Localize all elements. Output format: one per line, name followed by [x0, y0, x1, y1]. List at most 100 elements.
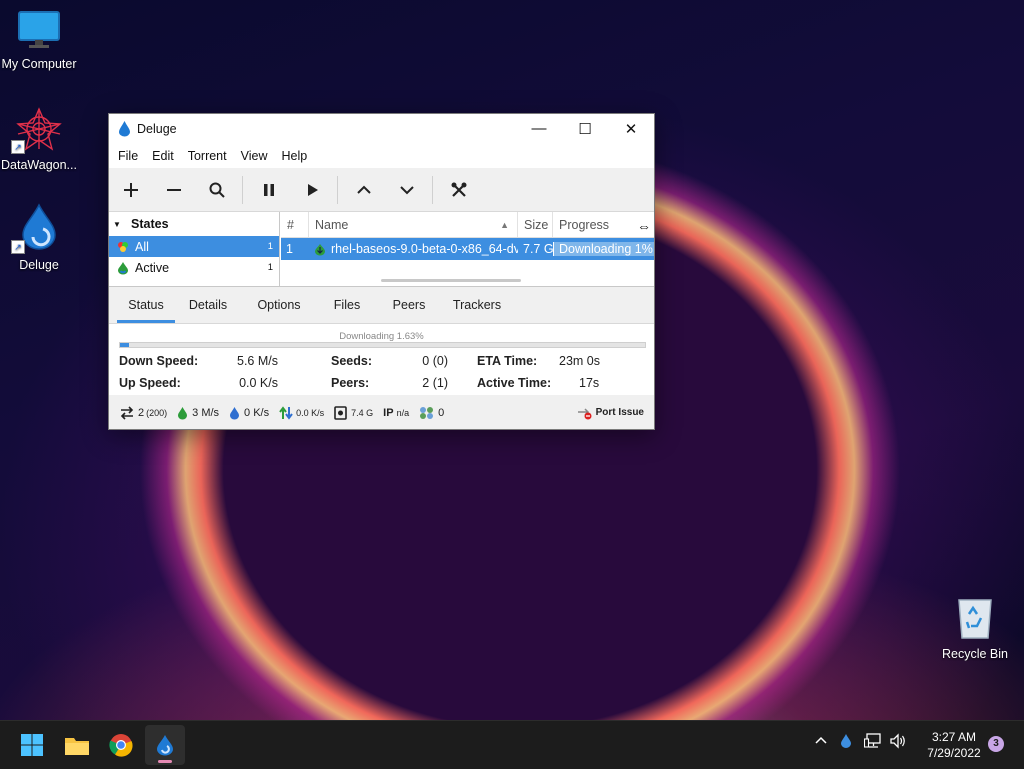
- peers-value: 2 (1): [422, 376, 448, 390]
- torrent-list-header: # Name ▲ Size Progress: [281, 212, 654, 238]
- play-icon: [307, 183, 318, 196]
- column-header-name[interactable]: Name ▲: [309, 212, 518, 237]
- torrent-size: 7.7 G: [523, 242, 553, 256]
- sidebar-item-all[interactable]: All 1: [109, 236, 279, 257]
- port-issue-icon: [577, 407, 592, 419]
- title-bar[interactable]: Deluge — ☐ ✕: [109, 114, 654, 143]
- protocol-traffic-value: 0.0 K/s: [296, 407, 325, 418]
- queue-down-button[interactable]: [385, 172, 428, 208]
- menu-file[interactable]: File: [111, 149, 145, 163]
- taskbar-chrome[interactable]: [101, 725, 141, 765]
- protocol-traffic-status[interactable]: 0.0 K/s: [279, 405, 325, 420]
- find-button[interactable]: [195, 172, 238, 208]
- tray-network[interactable]: [863, 733, 882, 752]
- upload-speed-status[interactable]: 0 K/s: [229, 406, 269, 420]
- connections-status[interactable]: 2 (200): [119, 405, 168, 420]
- menu-bar: File Edit Torrent View Help: [109, 143, 654, 168]
- eta-value: 23m 0s: [559, 354, 600, 368]
- connections-max: (200): [146, 407, 168, 418]
- download-speed-value: 3 M/s: [192, 406, 220, 419]
- horizontal-scrollbar[interactable]: [381, 279, 521, 282]
- sidebar-header[interactable]: ▼ States: [109, 212, 279, 236]
- sidebar-item-active[interactable]: Active 1: [109, 257, 279, 278]
- progress-bar: [119, 342, 646, 348]
- chevron-down-icon: [399, 185, 414, 194]
- ip-label: IP: [383, 406, 394, 419]
- taskbar-deluge[interactable]: [145, 725, 185, 765]
- minus-icon: [166, 188, 181, 191]
- shortcut-arrow-icon: ↗: [11, 140, 25, 154]
- queue-up-button[interactable]: [342, 172, 385, 208]
- tray-deluge[interactable]: [840, 733, 852, 751]
- maximize-button[interactable]: ☐: [562, 114, 608, 143]
- tab-options[interactable]: Options: [241, 287, 317, 323]
- downloading-icon: [315, 243, 325, 255]
- menu-view[interactable]: View: [234, 149, 275, 163]
- menu-edit[interactable]: Edit: [145, 149, 181, 163]
- external-ip-status[interactable]: IP n/a: [383, 407, 409, 419]
- tab-trackers[interactable]: Trackers: [441, 287, 513, 323]
- network-icon: [863, 733, 881, 748]
- menu-help[interactable]: Help: [274, 149, 314, 163]
- notification-badge[interactable]: 3: [988, 736, 1004, 752]
- sidebar-header-label: States: [131, 217, 169, 231]
- toolbar-separator: [337, 175, 338, 204]
- taskbar-file-explorer[interactable]: [57, 725, 97, 765]
- ip-value: n/a: [396, 407, 410, 418]
- clock-date: 7/29/2022: [927, 746, 981, 760]
- dht-nodes-icon: [420, 406, 434, 419]
- active-time-label: Active Time:: [477, 376, 552, 390]
- recycle-bin-icon: [958, 599, 992, 639]
- port-issue-label: Port Issue: [595, 407, 644, 418]
- progress-bar-fill: [120, 343, 129, 347]
- sidebar-item-label: All: [135, 239, 149, 254]
- sidebar-item-count: 1: [267, 241, 273, 252]
- desktop-icon-my-computer[interactable]: My Computer: [0, 10, 81, 71]
- desktop-icon-datawagon[interactable]: ↗ DataWagon...: [0, 107, 81, 172]
- port-issue-status[interactable]: Port Issue: [577, 406, 644, 420]
- dht-status[interactable]: 0: [419, 406, 444, 420]
- status-bar: 2 (200) 3 M/s 0 K/s 0.0 K/s 7.4 G IP n/a…: [109, 396, 654, 429]
- column-header-number[interactable]: #: [281, 212, 309, 237]
- tray-volume[interactable]: [889, 733, 907, 752]
- start-button[interactable]: [12, 725, 52, 765]
- desktop-icon-deluge[interactable]: ↗ Deluge: [0, 203, 81, 272]
- resume-button[interactable]: [290, 172, 333, 208]
- shortcut-arrow-icon: ↗: [11, 240, 25, 254]
- plus-icon: [123, 182, 138, 197]
- up-speed-value: 0.0 K/s: [239, 376, 278, 390]
- free-space-status[interactable]: 7.4 G: [334, 405, 374, 420]
- close-button[interactable]: ✕: [608, 114, 654, 143]
- volume-icon: [890, 733, 905, 749]
- desktop-icon-recycle-bin[interactable]: Recycle Bin: [933, 596, 1017, 661]
- pause-icon: [263, 183, 274, 196]
- deluge-tray-icon: [841, 734, 851, 748]
- folder-icon: [65, 738, 89, 755]
- remove-torrent-button[interactable]: [152, 172, 195, 208]
- deluge-app-icon: [119, 121, 130, 137]
- preferences-button[interactable]: [437, 172, 480, 208]
- torrent-row[interactable]: 1 rhel-baseos-9.0-beta-0-x86_64-dvd 7.7 …: [281, 238, 654, 260]
- tab-details[interactable]: Details: [175, 287, 241, 323]
- desktop-icon-label: Deluge: [19, 258, 59, 272]
- windows-logo-icon: [21, 734, 43, 756]
- sidebar: ▼ States All 1 Active 1: [109, 212, 280, 286]
- add-torrent-button[interactable]: [109, 172, 152, 208]
- pause-button[interactable]: [247, 172, 290, 208]
- chevron-up-icon: [356, 185, 371, 194]
- free-space-value: 7.4 G: [351, 407, 374, 418]
- tab-peers[interactable]: Peers: [377, 287, 441, 323]
- clock[interactable]: 3:27 AM 7/29/2022: [914, 729, 994, 761]
- tab-files[interactable]: Files: [317, 287, 377, 323]
- disk-icon: [334, 405, 347, 420]
- download-speed-status[interactable]: 3 M/s: [177, 406, 219, 420]
- upload-speed-value: 0 K/s: [244, 406, 270, 419]
- connections-icon: [120, 405, 134, 420]
- column-header-size[interactable]: Size: [518, 212, 553, 237]
- download-speed-icon: [178, 406, 188, 419]
- active-state-icon: [118, 261, 128, 274]
- minimize-button[interactable]: —: [516, 114, 562, 143]
- menu-torrent[interactable]: Torrent: [181, 149, 234, 163]
- tab-status[interactable]: Status: [109, 287, 175, 323]
- show-hidden-icons-button[interactable]: [814, 733, 828, 750]
